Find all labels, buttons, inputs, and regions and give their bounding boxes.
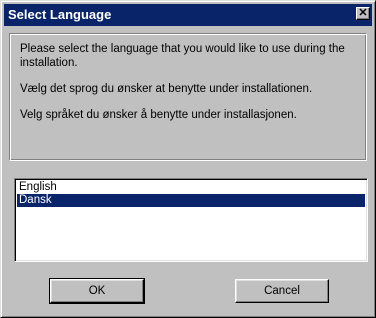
language-listbox[interactable]: English Dansk bbox=[14, 178, 368, 262]
cancel-button[interactable]: Cancel bbox=[235, 279, 329, 303]
dialog-title: Select Language bbox=[8, 7, 112, 22]
language-option-english[interactable]: English bbox=[17, 181, 365, 194]
language-option-dansk[interactable]: Dansk bbox=[17, 194, 365, 207]
select-language-dialog: Select Language ✕ Please select the lang… bbox=[0, 0, 376, 318]
close-icon: ✕ bbox=[358, 7, 368, 19]
message-english: Please select the language that you woul… bbox=[20, 43, 345, 69]
message-danish: Vælg det sprog du ønsker at benytte unde… bbox=[20, 83, 313, 95]
ok-button[interactable]: OK bbox=[49, 278, 145, 304]
title-bar[interactable]: Select Language ✕ bbox=[4, 4, 372, 26]
message-panel: Please select the language that you woul… bbox=[9, 33, 367, 161]
message-norwegian: Velg språket du ønsker å benytte under i… bbox=[20, 109, 297, 121]
close-button[interactable]: ✕ bbox=[356, 7, 370, 20]
